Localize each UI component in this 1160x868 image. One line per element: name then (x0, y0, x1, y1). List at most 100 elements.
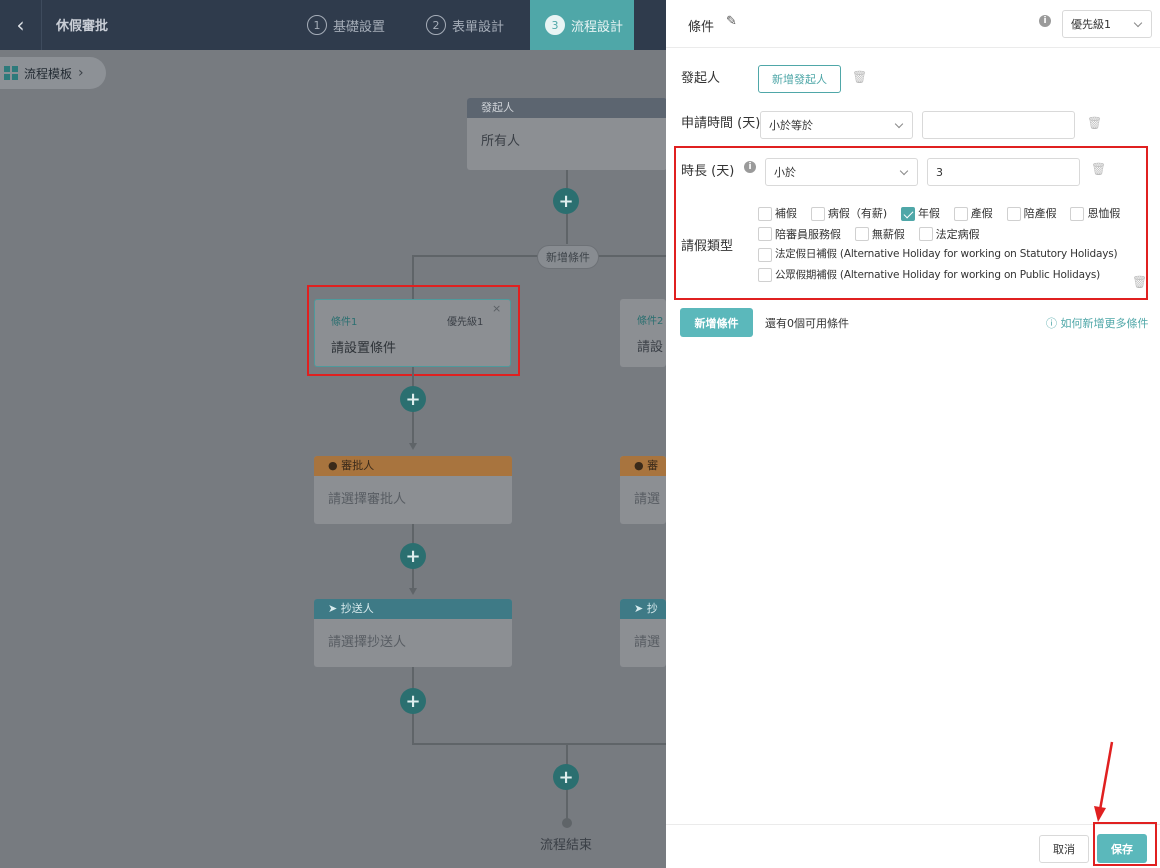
leave-type-row: 法定假日補假 (Alternative Holiday for working … (758, 246, 1143, 267)
node-header: 發起人 (467, 98, 667, 118)
checkbox[interactable] (758, 268, 772, 282)
merge-line (412, 743, 666, 745)
leave-option[interactable]: 法定假日補假 (Alternative Holiday for working … (758, 246, 1118, 263)
leave-option[interactable]: 年假 (900, 205, 940, 222)
checkbox[interactable] (758, 227, 772, 241)
chevron-left-icon: ‹ (16, 13, 25, 37)
checkbox[interactable] (854, 227, 869, 241)
plus-icon: + (405, 388, 421, 410)
approver2-node[interactable]: ● 審 請選 (620, 456, 666, 524)
trash-icon[interactable]: 🗑 (1132, 275, 1147, 289)
trash-icon[interactable]: 🗑 (1091, 162, 1106, 176)
help-link-label: 如何新增更多條件 (1060, 317, 1149, 330)
add-node-button[interactable]: + (400, 386, 426, 412)
close-icon[interactable]: × (492, 302, 501, 315)
remaining-conditions-text: 還有0個可用條件 (765, 317, 849, 330)
info-icon[interactable]: i (1039, 15, 1051, 27)
chevron-right-icon: › (78, 65, 84, 81)
arrow-down-icon (409, 588, 417, 595)
condition-priority: 優先級1 (447, 317, 484, 328)
duration-operator-select[interactable]: 小於 (765, 158, 918, 186)
cancel-button[interactable]: 取消 (1039, 835, 1089, 863)
trash-icon[interactable]: 🗑 (852, 70, 867, 84)
leave-type-row: 公眾假期補假 (Alternative Holiday for working … (758, 267, 1143, 288)
flow-template-button[interactable]: 流程模板 › (0, 57, 106, 89)
plus-icon: + (558, 766, 574, 788)
back-button[interactable]: ‹ (0, 0, 42, 50)
send-icon: ➤ (328, 602, 341, 615)
checkbox[interactable] (758, 247, 772, 262)
step-number: 2 (426, 15, 446, 35)
cc2-node[interactable]: ➤ 抄 請選 (620, 599, 666, 667)
option-label: 無薪假 (871, 227, 905, 241)
add-node-button[interactable]: + (400, 688, 426, 714)
trash-icon[interactable]: 🗑 (1087, 116, 1102, 130)
node-body: 所有人 (481, 134, 521, 149)
help-link[interactable]: ⓘ 如何新增更多條件 (1046, 315, 1149, 331)
initiator-node[interactable]: 發起人 所有人 (467, 98, 667, 170)
node-body: 請選擇審批人 (328, 492, 407, 507)
apply-time-operator-select[interactable]: 小於等於 (760, 111, 913, 139)
condition-body: 請設置條件 (331, 341, 397, 356)
leave-option[interactable]: 無薪假 (854, 226, 905, 243)
leave-option[interactable]: 陪審員服務假 (758, 226, 841, 243)
add-condition-button[interactable]: 新增條件 (680, 308, 753, 337)
leave-option[interactable]: 恩恤假 (1070, 205, 1120, 222)
checkbox[interactable] (758, 206, 772, 221)
end-dot (562, 818, 572, 828)
checkbox-checked[interactable] (900, 206, 915, 221)
add-node-button[interactable]: + (553, 764, 579, 790)
flow-template-label: 流程模板 (24, 66, 73, 81)
chevron-down-icon (894, 119, 904, 128)
leave-option[interactable]: 公眾假期補假 (Alternative Holiday for working … (758, 267, 1100, 284)
edit-pencil-icon[interactable]: ✎ (726, 14, 737, 29)
condition1-node[interactable]: 條件1 優先級1 × 請設置條件 (314, 299, 511, 367)
leave-option[interactable]: 產假 (953, 205, 993, 222)
add-node-button[interactable]: + (400, 543, 426, 569)
leave-option[interactable]: 補假 (758, 205, 797, 222)
add-condition-pill[interactable]: 新增條件 (537, 245, 599, 269)
node-body: 請選擇抄送人 (328, 635, 407, 650)
option-label: 產假 (970, 207, 993, 220)
leave-option[interactable]: 法定病假 (918, 226, 980, 243)
leave-type-options: 補假 病假（有薪) 年假 產假 陪產假 恩恤假 陪審員服務假 無薪假 法定病假 … (758, 205, 1143, 287)
step-form-design[interactable]: 2 表單設計 (426, 0, 504, 50)
checkbox[interactable] (810, 206, 825, 221)
leave-type-label: 請假類型 (681, 239, 734, 254)
apply-time-input[interactable] (922, 111, 1075, 139)
duration-input[interactable]: 3 (927, 158, 1080, 186)
checkbox[interactable] (1070, 206, 1085, 221)
arrow-head (1094, 806, 1106, 822)
info-icon[interactable]: i (744, 161, 756, 173)
arrow-down-icon (409, 443, 417, 450)
add-initiator-button[interactable]: 新增發起人 (758, 65, 841, 93)
approver-head-label: 審批人 (341, 459, 375, 472)
cc-head-label: 抄送人 (340, 602, 374, 615)
checkbox[interactable] (918, 227, 933, 241)
operator-value: 小於等於 (769, 119, 813, 132)
step-label: 基礎設置 (333, 19, 386, 35)
condition-name: 條件1 (331, 317, 358, 328)
option-label: 法定假日補假 (Alternative Holiday for working … (775, 248, 1118, 260)
priority-value: 優先級1 (1071, 18, 1111, 31)
cc-node[interactable]: ➤ 抄送人 請選擇抄送人 (314, 599, 512, 667)
save-button[interactable]: 保存 (1097, 834, 1147, 863)
priority-select[interactable]: 優先級1 (1062, 10, 1152, 38)
app-title: 休假審批 (56, 19, 109, 34)
approver-head-label: 審 (647, 459, 659, 472)
node-header: ➤ 抄 (620, 599, 666, 619)
condition-body: 請設 (637, 340, 664, 355)
step-label: 表單設計 (452, 19, 505, 35)
user-icon: ● (328, 459, 342, 472)
condition2-node[interactable]: 條件2 請設 (620, 299, 666, 367)
checkbox[interactable] (953, 206, 968, 221)
node-header: ● 審批人 (314, 456, 512, 476)
checkbox[interactable] (1006, 206, 1021, 221)
leave-option[interactable]: 病假（有薪) (810, 205, 887, 222)
step-basic-settings[interactable]: 1 基礎設置 (307, 0, 385, 50)
step-flow-design[interactable]: 3 流程設計 (530, 0, 634, 50)
approver-node[interactable]: ● 審批人 請選擇審批人 (314, 456, 512, 524)
add-node-button[interactable]: + (553, 188, 579, 214)
red-arrow-annotation (1094, 741, 1114, 822)
leave-option[interactable]: 陪產假 (1006, 205, 1057, 222)
